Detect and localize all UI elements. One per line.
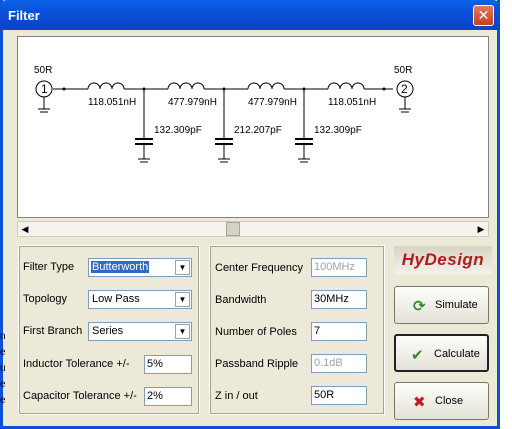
first-branch-value: Series bbox=[92, 325, 124, 337]
filter-type-value: Butterworth bbox=[91, 261, 150, 273]
close-button-label: Close bbox=[435, 395, 464, 407]
background-edge-char: e bbox=[0, 395, 6, 406]
first-branch-label: First Branch bbox=[23, 325, 83, 337]
check-icon: ✔ bbox=[411, 347, 424, 364]
capacitor-2 bbox=[215, 89, 233, 163]
capacitor-3-value: 132.309pF bbox=[314, 125, 362, 136]
first-branch-select[interactable]: Series ▼ bbox=[88, 322, 192, 341]
filter-schematic: 50R 1 50R 2 118.051nH 477.979nH 477.979n… bbox=[34, 65, 414, 163]
inductor-3 bbox=[247, 81, 285, 90]
refresh-icon: ⟳ bbox=[413, 298, 426, 315]
inductor-2 bbox=[167, 81, 205, 90]
inductor-tolerance-input[interactable]: 5% bbox=[144, 355, 192, 374]
capacitor-1-value: 132.309pF bbox=[154, 125, 202, 136]
inductor-2-value: 477.979nH bbox=[168, 97, 217, 108]
chevron-down-icon[interactable]: ▼ bbox=[175, 292, 190, 307]
inductor-1-value: 118.051nH bbox=[88, 97, 136, 108]
center-frequency-label: Center Frequency bbox=[215, 262, 304, 274]
capacitor-2-value: 212.207pF bbox=[234, 125, 282, 136]
inductor-4 bbox=[327, 81, 365, 90]
inductor-tolerance-label: Inductor Tolerance +/- bbox=[23, 358, 130, 370]
topology-label: Topology bbox=[23, 293, 68, 305]
scroll-thumb[interactable] bbox=[226, 222, 240, 236]
calculate-button[interactable]: ✔ Calculate bbox=[394, 334, 489, 372]
background-edge-char: e bbox=[0, 347, 6, 358]
simulate-button-label: Simulate bbox=[435, 299, 478, 311]
background-edge-char: n bbox=[0, 331, 6, 342]
z-in-out-input[interactable]: 50R bbox=[311, 386, 367, 405]
inductor-1 bbox=[87, 81, 125, 90]
inductor-3-value: 477.979nH bbox=[248, 97, 297, 108]
chevron-down-icon[interactable]: ▼ bbox=[175, 324, 190, 339]
simulate-button[interactable]: ⟳ Simulate bbox=[394, 286, 489, 324]
scroll-right-arrow-icon[interactable]: ▶ bbox=[474, 222, 488, 236]
capacitor-1 bbox=[135, 89, 153, 163]
filter-type-select[interactable]: Butterworth ▼ bbox=[88, 258, 192, 277]
filter-dialog: Filter ✕ 50R 1 50R 2 118.051nH 477.979nH… bbox=[0, 0, 500, 429]
filter-type-label: Filter Type bbox=[23, 261, 75, 273]
schematic-view: 50R 1 50R 2 118.051nH 477.979nH 477.979n… bbox=[17, 36, 489, 218]
x-icon: ✖ bbox=[413, 394, 426, 411]
port1-label: 50R bbox=[34, 65, 52, 76]
window-title: Filter bbox=[8, 8, 40, 23]
hydesign-logo: HyDesign bbox=[394, 246, 492, 274]
calculate-button-label: Calculate bbox=[434, 348, 480, 360]
passband-ripple-label: Passband Ripple bbox=[215, 358, 299, 370]
number-of-poles-label: Number of Poles bbox=[215, 326, 297, 338]
scroll-left-arrow-icon[interactable]: ◀ bbox=[18, 222, 32, 236]
capacitor-tolerance-input[interactable]: 2% bbox=[144, 387, 192, 406]
port2-label: 50R bbox=[394, 65, 412, 76]
passband-ripple-input: 0.1dB bbox=[311, 354, 367, 373]
bandwidth-label: Bandwidth bbox=[215, 294, 267, 306]
bandwidth-input[interactable]: 30MHz bbox=[311, 290, 367, 309]
capacitor-3 bbox=[295, 89, 313, 163]
center-frequency-input: 100MHz bbox=[311, 258, 367, 277]
topology-value: Low Pass bbox=[92, 293, 140, 305]
number-of-poles-input[interactable]: 7 bbox=[311, 322, 367, 341]
close-window-button[interactable]: ✕ bbox=[473, 5, 494, 26]
close-button[interactable]: ✖ Close bbox=[394, 382, 489, 420]
port2-number: 2 bbox=[401, 82, 408, 96]
inductor-4-value: 118.051nH bbox=[328, 97, 376, 108]
topology-select[interactable]: Low Pass ▼ bbox=[88, 290, 192, 309]
capacitor-tolerance-label: Capacitor Tolerance +/- bbox=[23, 390, 137, 402]
z-in-out-label: Z in / out bbox=[215, 390, 258, 402]
chevron-down-icon[interactable]: ▼ bbox=[175, 260, 190, 275]
port1-number: 1 bbox=[41, 82, 48, 96]
horizontal-scrollbar[interactable]: ◀ ▶ bbox=[17, 221, 489, 237]
background-edge-char: u bbox=[0, 363, 6, 374]
background-edge-char: e bbox=[0, 379, 6, 390]
title-bar[interactable]: Filter ✕ bbox=[0, 0, 500, 30]
